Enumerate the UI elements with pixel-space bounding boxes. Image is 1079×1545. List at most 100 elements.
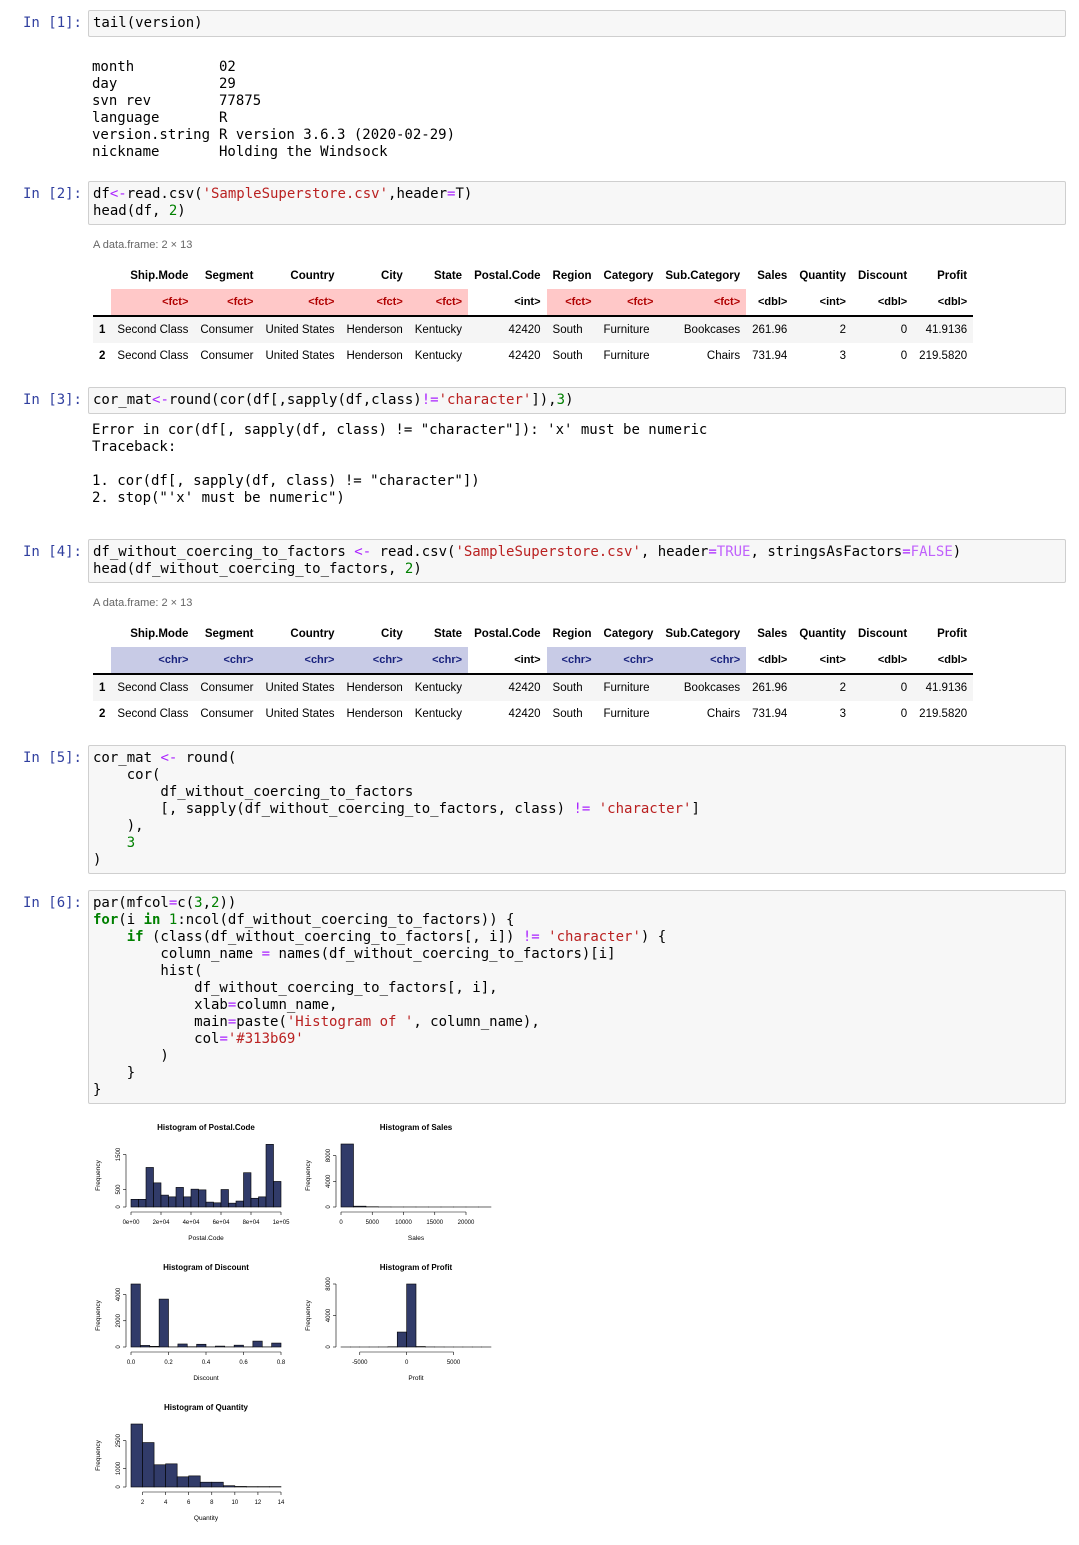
column-header: City <box>381 270 403 282</box>
table-cell: Consumer <box>200 350 254 362</box>
histogram-bar <box>258 1196 267 1208</box>
code-token: 'character' <box>438 392 532 408</box>
column-type: <dbl> <box>877 654 908 666</box>
column-header: Profit <box>937 270 968 282</box>
code-line: } <box>93 1082 1061 1099</box>
code-input[interactable]: par(mfcol=c(3,2)) for(i in 1:ncol(df_with… <box>88 890 1066 1104</box>
column-header: Ship.Mode <box>130 628 189 640</box>
code-token: hist( <box>93 963 203 979</box>
histogram-bar <box>211 1481 224 1488</box>
code-input[interactable]: df_without_coercing_to_factors <- read.c… <box>88 539 1066 583</box>
table-cell: Second Class <box>117 350 189 362</box>
histogram-bar <box>177 1343 188 1348</box>
x-axis-label: Profit <box>408 1375 423 1382</box>
histogram-bar <box>340 1143 354 1208</box>
code-token: 'SampleSuperstore.csv' <box>202 186 389 202</box>
x-tick-label: 0.4 <box>202 1360 211 1366</box>
code-token: , column_name), <box>413 1014 540 1030</box>
table-cell: Chairs <box>706 350 741 362</box>
code-token: ) <box>952 544 962 560</box>
y-tick-label: 0 <box>116 1205 122 1209</box>
column-type: <int> <box>514 654 541 666</box>
code-token: [, sapply(df_without_coercing_to_factors… <box>93 801 574 817</box>
histogram-bar <box>198 1189 207 1208</box>
y-axis-label: Frequency <box>95 1159 102 1190</box>
code-line: df_without_coercing_to_factors <- read.c… <box>93 544 1061 561</box>
y-axis-label: Frequency <box>305 1159 312 1190</box>
code-line: [, sapply(df_without_coercing_to_factors… <box>93 801 1061 818</box>
code-token: df <box>93 186 110 202</box>
version-value: Holding the Windsock <box>219 144 388 160</box>
column-type: <chr> <box>259 647 341 674</box>
code-input[interactable]: df<-read.csv('SampleSuperstore.csv',head… <box>88 181 1066 225</box>
code-token: tail(version) <box>93 15 203 31</box>
code-token: par(mfcol <box>93 895 169 911</box>
code-token: cor( <box>93 767 161 783</box>
table-cell: 41.9136 <box>925 682 968 694</box>
histogram-postal-code: Histogram of Postal.Code 0e+00 2e+04 4e+04 6… <box>95 1123 290 1242</box>
histogram-bar <box>153 1182 162 1208</box>
table-cell: Second Class <box>117 324 189 336</box>
column-header: Postal.Code <box>474 270 541 282</box>
code-line: hist( <box>93 963 1061 980</box>
x-axis-label: Quantity <box>194 1515 219 1522</box>
x-tick-label: 0 <box>339 1220 343 1226</box>
table-cell: Kentucky <box>414 708 463 720</box>
x-axis-label: Postal.Code <box>188 1235 224 1242</box>
x-tick-label: 0 <box>405 1360 409 1366</box>
histogram-quantity: Histogram of Quantity 2 4 6 8 10 12 14 0 1000 2500… <box>95 1403 285 1522</box>
code-token: cor_mat <box>93 750 161 766</box>
table-cell: 219.5820 <box>919 708 968 720</box>
index-header <box>93 289 111 316</box>
code-token: != <box>573 801 591 817</box>
code-cell: In [6]: par(mfcol=c(3,2)) for(i in 1:ncol(… <box>23 890 1066 1104</box>
code-token: ) <box>93 852 102 868</box>
histogram-bar <box>153 1464 166 1488</box>
table-cell: 42420 <box>508 708 541 720</box>
chart-title: Histogram of Discount <box>163 1263 249 1272</box>
code-token: 3 <box>194 895 203 911</box>
code-cell: In [4]: df_without_coercing_to_factors <-… <box>23 539 1066 583</box>
code-line: par(mfcol=c(3,2)) <box>93 895 1061 912</box>
histogram-bar <box>168 1196 177 1208</box>
code-line: for(i in 1:ncol(df_without_coercing_to_f… <box>93 912 1061 929</box>
code-input[interactable]: cor_mat<-round(cor(df[,sapply(df,class)!… <box>88 387 1066 414</box>
column-type: <fct> <box>597 289 660 316</box>
version-output: month 02 day 29 svn rev 77875 language Rversion… <box>88 37 1066 171</box>
code-token: <- <box>152 392 169 408</box>
code-token: , header <box>640 544 709 560</box>
code-token: df_without_coercing_to_factors <box>93 544 355 560</box>
histogram-bar <box>130 1199 139 1208</box>
histogram-grid: Histogram of Postal.Code 0e+00 2e+04 4e+04 6… <box>88 1114 1079 1534</box>
table-cell: Furniture <box>603 350 650 362</box>
code-input[interactable]: cor_mat <- round( cor( df_without_coerci… <box>88 745 1066 874</box>
table-cell: South <box>552 350 583 362</box>
y-tick-label: 0 <box>116 1345 122 1349</box>
code-token: )) <box>219 895 237 911</box>
code-line: main=paste('Histogram of ', column_name)… <box>93 1014 1061 1031</box>
x-tick-label: 0.0 <box>127 1360 136 1366</box>
table-cell: South <box>552 324 583 336</box>
x-tick-label: 15000 <box>426 1220 443 1226</box>
column-header: Profit <box>937 628 968 640</box>
histogram-bar <box>213 1202 222 1208</box>
code-input[interactable]: tail(version) <box>88 10 1066 37</box>
code-token: ), <box>93 818 144 834</box>
code-token: , stringsAsFactors <box>750 544 903 560</box>
code-token: :ncol(df_without_coercing_to_factors)) { <box>177 912 515 928</box>
chart-title: Histogram of Postal.Code <box>157 1123 255 1132</box>
code-token: <- <box>109 186 127 202</box>
table-cell: 731.94 <box>752 350 788 362</box>
column-type: <int> <box>819 296 846 308</box>
code-token: 'character' <box>548 929 641 945</box>
version-key: nickname <box>92 144 160 160</box>
table-cell: 2 <box>839 324 846 336</box>
y-tick-label: 1500 <box>116 1147 122 1161</box>
code-line: column_name = names(df_without_coercing_… <box>93 946 1061 963</box>
code-token: main <box>93 1014 228 1030</box>
column-type: <dbl> <box>937 296 968 308</box>
x-tick-label: 14 <box>278 1500 285 1506</box>
code-token: } <box>93 1065 136 1081</box>
code-token: names(df_without_coercing_to_factors)[i] <box>270 946 616 962</box>
version-key: month <box>92 59 135 75</box>
